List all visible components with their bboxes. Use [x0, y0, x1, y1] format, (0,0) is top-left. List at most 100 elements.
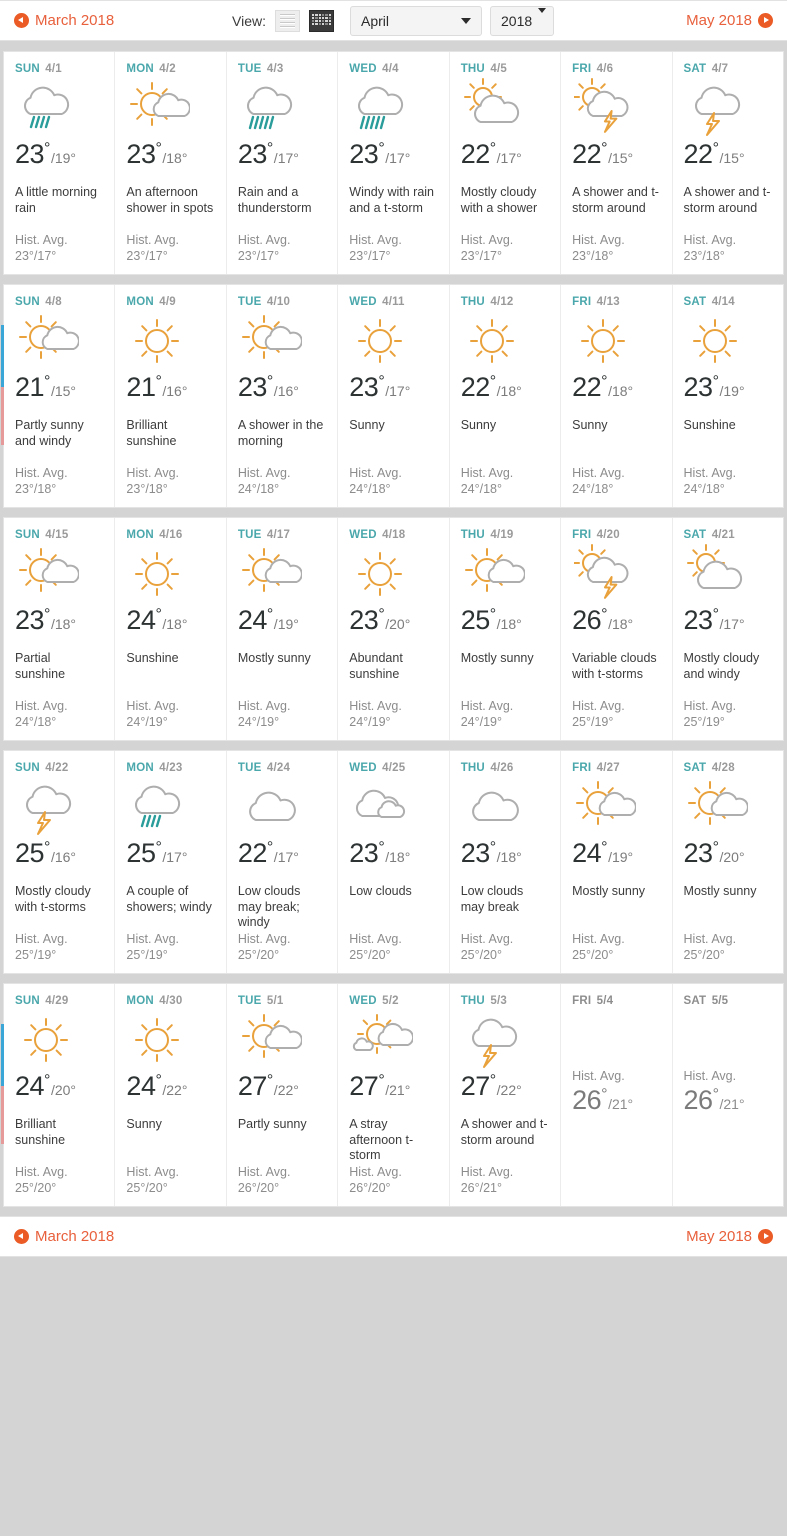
- calendar-day-cell[interactable]: SAT 4/14 23°/19° Sunshine Hist. Avg. 24°/18°: [673, 285, 783, 507]
- calendar-day-cell[interactable]: SUN 4/15 23°/18° Partial sunshine Hist. Avg…: [4, 518, 116, 740]
- weather-icon-sun-clouds: [349, 1009, 437, 1071]
- historical-average: Hist. Avg. 25°/20°: [126, 1165, 214, 1196]
- next-month-label-top: May 2018: [686, 12, 752, 29]
- day-label: MON 4/2: [126, 63, 214, 75]
- forecast-phrase: Sunny: [572, 418, 608, 432]
- calendar-day-cell[interactable]: TUE 4/10 23°/16° A shower in the morning Hi…: [227, 285, 339, 507]
- temperature-row: 23°/18°: [349, 840, 437, 873]
- calendar-day-cell[interactable]: FRI 4/6 22°/15° A shower and t-storm aroun…: [561, 52, 673, 274]
- list-view-icon[interactable]: [274, 9, 300, 32]
- calendar-day-cell[interactable]: FRI 5/4 Hist. Avg. 26°/21°: [561, 984, 673, 1206]
- calendar-day-cell[interactable]: TUE 4/17 24°/19° Mostly sunny Hist. Avg. 24°…: [227, 518, 339, 740]
- historical-average: Hist. Avg. 24°/19°: [461, 699, 549, 730]
- temperature-row: 23°/20°: [349, 607, 437, 640]
- prev-month-link-top[interactable]: March 2018: [14, 12, 114, 29]
- year-select[interactable]: 2018: [490, 5, 554, 36]
- forecast-phrase: Brilliant sunshine: [126, 418, 177, 448]
- calendar-day-cell[interactable]: THU 4/19 25°/18° Mostly sunny Hist. Avg. 24°…: [450, 518, 562, 740]
- day-date: 5/5: [711, 995, 729, 1007]
- day-of-week: SUN: [15, 529, 40, 541]
- day-date: 5/3: [490, 995, 507, 1007]
- calendar-day-cell[interactable]: MON 4/9 21°/16° Brilliant sunshine Hist. Av…: [115, 285, 227, 507]
- historical-average: Hist. Avg. 25°/19°: [572, 699, 660, 730]
- calendar-day-cell[interactable]: MON 4/30 24°/22° Sunny Hist. Avg. 25°/20°: [115, 984, 227, 1206]
- calendar-day-cell[interactable]: SUN 4/22 25°/16° Mostly cloudy with t-stor…: [4, 751, 116, 973]
- next-month-link-bottom[interactable]: May 2018: [686, 1228, 773, 1245]
- calendar-day-cell[interactable]: SAT 4/7 22°/15° A shower and t-storm aroun…: [673, 52, 783, 274]
- calendar-day-cell[interactable]: MON 4/23 25°/17° A couple of showers; wind…: [115, 751, 227, 973]
- forecast-phrase: Mostly cloudy and windy: [683, 651, 760, 681]
- calendar-day-cell[interactable]: SUN 4/1 23°/19° A little morning rain Hist.…: [4, 52, 116, 274]
- high-temperature: 27°: [460, 1071, 496, 1101]
- weather-icon-cloud: [238, 776, 326, 838]
- calendar-day-cell[interactable]: THU 5/3 27°/22° A shower and t-storm aroun…: [450, 984, 562, 1206]
- calendar-day-cell[interactable]: WED 5/2 27°/21° A stray afternoon t-storm H…: [338, 984, 450, 1206]
- day-of-week: TUE: [237, 762, 262, 774]
- high-temperature: 22°: [572, 372, 608, 402]
- temperature-row: 25°/16°: [15, 840, 103, 873]
- high-temperature: 23°: [15, 139, 50, 169]
- arrow-left-icon: [14, 1229, 29, 1244]
- day-of-week: SAT: [683, 296, 707, 308]
- month-select[interactable]: April: [350, 5, 482, 36]
- weather-icon-sun-cloud-storm: [572, 543, 660, 605]
- calendar-day-cell[interactable]: SUN 4/8 21°/15° Partly sunny and windy Hist…: [4, 285, 116, 507]
- calendar-day-cell[interactable]: WED 4/18 23°/20° Abundant sunshine Hist. Av…: [338, 518, 450, 740]
- hist-high-temperature: 26°: [572, 1085, 608, 1115]
- weather-icon-sun: [126, 310, 214, 372]
- calendar-day-cell[interactable]: MON 4/16 24°/18° Sunshine Hist. Avg. 24°/19°: [115, 518, 227, 740]
- day-date: 4/27: [596, 762, 620, 774]
- temperature-row: 23°/17°: [349, 141, 437, 174]
- calendar-day-cell[interactable]: TUE 4/3 23°/17° Rain and a thunderstorm His…: [227, 52, 339, 274]
- calendar-day-cell[interactable]: SAT 5/5 Hist. Avg. 26°/21°: [673, 984, 783, 1206]
- calendar-day-cell[interactable]: WED 4/4 23°/17° Windy with rain and a t-st…: [338, 52, 450, 274]
- historical-average: Hist. Avg. 25°/20°: [15, 1165, 103, 1196]
- calendar-day-cell[interactable]: THU 4/5 22°/17° Mostly cloudy with a showe…: [450, 52, 562, 274]
- calendar-day-cell[interactable]: SUN 4/29 24°/20° Brilliant sunshine Hist. A…: [4, 984, 116, 1206]
- low-temperature: /20°: [50, 1082, 77, 1098]
- calendar-day-cell[interactable]: SAT 4/28 23°/20° Mostly sunny Hist. Avg. 25°…: [673, 751, 783, 973]
- low-temperature: /18°: [496, 383, 522, 399]
- calendar-day-cell[interactable]: WED 4/25 23°/18° Low clouds Hist. Avg. 25°/2…: [338, 751, 450, 973]
- calendar-day-cell[interactable]: FRI 4/20 26°/18° Variable clouds with t-st…: [561, 518, 673, 740]
- day-of-week: MON: [126, 296, 154, 308]
- hist-avg-value: 23°/17°: [237, 248, 280, 263]
- temperature-row: 23°/17°: [349, 374, 437, 407]
- calendar-day-cell[interactable]: THU 4/26 23°/18° Low clouds may break Hist.…: [450, 751, 562, 973]
- calendar-day-cell[interactable]: WED 4/11 23°/17° Sunny Hist. Avg. 24°/18°: [338, 285, 450, 507]
- day-date: 4/23: [159, 762, 183, 774]
- weather-icon-sun-cloud-storm: [572, 77, 660, 139]
- low-temperature: /18°: [496, 849, 522, 865]
- bottom-navigation-bar: March 2018 May 2018: [0, 1216, 787, 1257]
- calendar-day-cell[interactable]: THU 4/12 22°/18° Sunny Hist. Avg. 24°/18°: [450, 285, 562, 507]
- low-temperature: /18°: [608, 616, 634, 632]
- hist-avg-value: 24°/19°: [349, 714, 391, 729]
- hist-avg-value: 24°/19°: [237, 714, 280, 729]
- calendar-grid-icon[interactable]: [308, 9, 334, 32]
- calendar-day-cell[interactable]: FRI 4/27 24°/19° Mostly sunny Hist. Avg. 25°…: [561, 751, 673, 973]
- forecast-phrase: Abundant sunshine: [349, 651, 403, 681]
- weather-icon-cloud-multi: [349, 776, 437, 838]
- calendar-day-cell[interactable]: FRI 4/13 22°/18° Sunny Hist. Avg. 24°/18°: [561, 285, 673, 507]
- low-temperature: /17°: [496, 150, 522, 166]
- next-month-link-top[interactable]: May 2018: [686, 12, 773, 29]
- day-date: 4/30: [159, 995, 183, 1007]
- day-label: SAT 5/5: [684, 995, 772, 1007]
- temperature-row: 23°/18°: [461, 840, 549, 873]
- calendar-day-cell[interactable]: TUE 4/24 22°/17° Low clouds may break; win…: [227, 751, 339, 973]
- forecast-phrase: A stray afternoon t-storm: [349, 1117, 414, 1162]
- prev-month-link-bottom[interactable]: March 2018: [14, 1228, 114, 1245]
- day-of-week: WED: [349, 63, 377, 75]
- view-controls: View:: [232, 9, 334, 32]
- day-of-week: SUN: [15, 995, 40, 1007]
- day-label: SAT 4/7: [684, 63, 772, 75]
- hist-avg-label: Hist. Avg.: [15, 1165, 68, 1179]
- temperature-row: 24°/18°: [126, 607, 214, 640]
- day-date: 4/20: [596, 529, 620, 541]
- hist-avg-value: 23°/17°: [126, 248, 168, 263]
- day-label: MON 4/30: [126, 995, 214, 1007]
- calendar-day-cell[interactable]: SAT 4/21 23°/17° Mostly cloudy and windy Hi…: [673, 518, 783, 740]
- calendar-day-cell[interactable]: TUE 5/1 27°/22° Partly sunny Hist. Avg. 26°/…: [227, 984, 339, 1206]
- weather-icon-cloud-storm: [684, 77, 772, 139]
- calendar-day-cell[interactable]: MON 4/2 23°/18° An afternoon shower in spo…: [115, 52, 227, 274]
